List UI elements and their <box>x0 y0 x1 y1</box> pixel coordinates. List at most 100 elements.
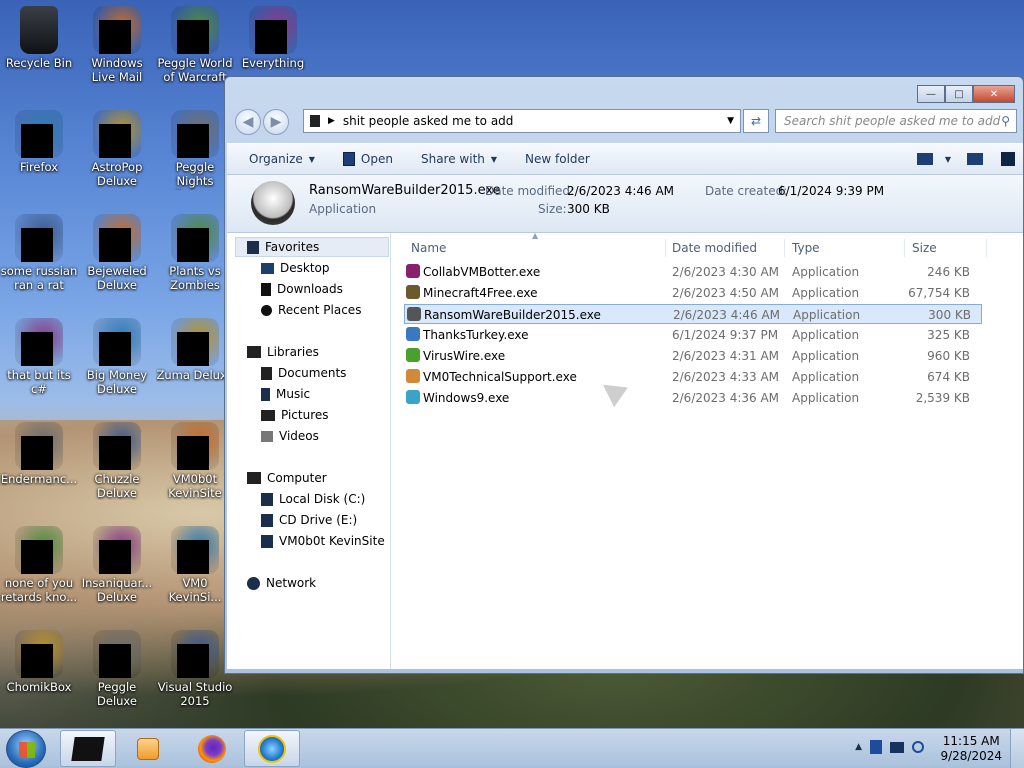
nav-local-disk[interactable]: Local Disk (C:) <box>261 492 365 506</box>
action-center-icon[interactable] <box>870 740 882 754</box>
desktop-icon-vm0-kevinsi[interactable]: VM0 KevinSi... <box>156 520 234 604</box>
desktop-icon-some-russian-ran-a-rat[interactable]: some russian ran a rat <box>0 208 78 292</box>
redaction-box <box>21 436 53 470</box>
details-size-label: Size: <box>538 202 567 216</box>
preview-pane-icon <box>967 153 983 165</box>
refresh-button[interactable]: ⇄ <box>743 109 769 133</box>
desktop-icon-peggle-world-of-warcraft[interactable]: Peggle World of Warcraft <box>156 0 234 84</box>
file-row[interactable]: RansomWareBuilder2015.exe 2/6/2023 4:46 A… <box>404 304 982 324</box>
column-divider[interactable] <box>784 239 785 257</box>
desktop-icon-firefox[interactable]: Firefox <box>0 104 78 174</box>
desktop-icon-plants-vs-zombies[interactable]: Plants vs Zombies <box>156 208 234 292</box>
column-name[interactable]: Name <box>411 241 446 255</box>
desktop-icon-big-money-deluxe[interactable]: Big Money Deluxe <box>78 312 156 396</box>
nav-downloads[interactable]: Downloads <box>261 282 343 296</box>
chevron-down-icon: ▼ <box>308 154 315 164</box>
change-view-button[interactable]: ▼ <box>911 153 957 165</box>
taskbar-media-player-button[interactable] <box>120 730 176 767</box>
desktop-icon-visual-studio-2015[interactable]: Visual Studio 2015 <box>156 624 234 708</box>
nav-videos[interactable]: Videos <box>261 429 319 443</box>
help-button[interactable] <box>993 152 1023 166</box>
redaction-box <box>21 540 53 574</box>
nav-computer[interactable]: Computer <box>247 471 327 485</box>
nav-videos-label: Videos <box>279 429 319 443</box>
clock[interactable]: 11:15 AM 9/28/2024 <box>940 734 1002 764</box>
libraries-icon <box>247 346 261 358</box>
file-type: Application <box>792 391 860 405</box>
nav-desktop[interactable]: Desktop <box>261 261 330 275</box>
column-divider[interactable] <box>904 239 905 257</box>
column-headers: Name ▲ Date modified Type Size <box>392 231 1023 261</box>
column-divider[interactable] <box>986 239 987 257</box>
file-row[interactable]: ThanksTurkey.exe 6/1/2024 9:37 PM Applicat… <box>404 325 982 345</box>
desktop-icon-peggle-deluxe[interactable]: Peggle Deluxe <box>78 624 156 708</box>
redaction-box <box>177 124 209 158</box>
file-row[interactable]: VM0TechnicalSupport.exe 2/6/2023 4:33 AM A… <box>404 367 982 387</box>
taskbar-ie-button[interactable] <box>244 730 300 767</box>
desktop-icon-endermanc[interactable]: Endermanc... <box>0 416 78 486</box>
desktop-icon-bejeweled-deluxe[interactable]: Bejeweled Deluxe <box>78 208 156 292</box>
minimize-button[interactable]: — <box>917 85 945 103</box>
desktop-icon-zuma-deluxe[interactable]: Zuma Deluxe <box>156 312 234 382</box>
nav-favorites[interactable]: Favorites <box>247 240 319 254</box>
start-button[interactable] <box>6 730 46 768</box>
desktop-icon-peggle-nights-deluxe[interactable]: Peggle Nights Deluxe <box>156 104 234 190</box>
column-type[interactable]: Type <box>792 241 820 255</box>
window-controls: — □ ✕ <box>917 85 1015 103</box>
desktop-icon-label: Chuzzle Deluxe <box>94 472 140 500</box>
desktop-icon-insaniquar-deluxe[interactable]: Insaniquar... Deluxe <box>78 520 156 604</box>
address-bar[interactable]: ▶ shit people asked me to add ▼ <box>303 109 741 133</box>
back-button[interactable]: ◀ <box>235 109 261 135</box>
explorer-window: — □ ✕ ◀ ▶ ▶ shit people asked me to add … <box>224 76 1024 674</box>
desktop-icon-chuzzle-deluxe[interactable]: Chuzzle Deluxe <box>78 416 156 500</box>
show-hidden-icons-icon[interactable]: ▲ <box>855 742 862 752</box>
taskbar-firefox-button[interactable] <box>184 730 240 767</box>
nav-documents[interactable]: Documents <box>261 366 346 380</box>
nav-libraries[interactable]: Libraries <box>247 345 319 359</box>
nav-libraries-label: Libraries <box>267 345 319 359</box>
column-size[interactable]: Size <box>912 241 937 255</box>
show-desktop-button[interactable] <box>1010 729 1024 768</box>
volume-icon[interactable] <box>912 741 924 753</box>
file-date-modified: 2/6/2023 4:30 AM <box>672 265 780 279</box>
nav-network[interactable]: Network <box>247 576 316 590</box>
desktop-icon-label: Windows Live Mail <box>91 56 143 84</box>
firefox-icon <box>198 734 226 763</box>
details-date-modified: 2/6/2023 4:46 AM <box>567 184 675 198</box>
network-tray-icon[interactable] <box>890 741 904 753</box>
close-button[interactable]: ✕ <box>973 85 1015 103</box>
open-label: Open <box>360 152 393 166</box>
taskbar-explorer-button[interactable] <box>60 730 116 767</box>
column-date-modified[interactable]: Date modified <box>672 241 757 255</box>
desktop-icon-everything[interactable]: Everything <box>234 0 312 70</box>
file-row[interactable]: CollabVMBotter.exe 2/6/2023 4:30 AM Applic… <box>404 262 982 282</box>
game-icon <box>171 318 219 366</box>
nav-pictures[interactable]: Pictures <box>261 408 329 422</box>
share-with-button[interactable]: Share with ▼ <box>407 152 511 166</box>
desktop-icon-astropop-deluxe[interactable]: AstroPop Deluxe <box>78 104 156 188</box>
open-button[interactable]: Open <box>329 152 407 166</box>
organize-button[interactable]: Organize ▼ <box>227 152 329 166</box>
nav-music[interactable]: Music <box>261 387 310 401</box>
file-type: Application <box>792 265 860 279</box>
file-row[interactable]: VirusWire.exe 2/6/2023 4:31 AM Application… <box>404 346 982 366</box>
desktop-icon-that-but-its-c[interactable]: that but its c# <box>0 312 78 396</box>
preview-pane-button[interactable] <box>957 153 993 165</box>
desktop-icon-none-of-you-retards-kno[interactable]: none of you retards kno... <box>0 520 78 604</box>
maximize-button[interactable]: □ <box>945 85 973 103</box>
desktop-icon-chomikbox[interactable]: ChomikBox <box>0 624 78 694</box>
new-folder-button[interactable]: New folder <box>511 152 604 166</box>
nav-recent-places[interactable]: Recent Places <box>261 303 361 317</box>
desktop-icon-recycle-bin[interactable]: Recycle Bin <box>0 0 78 70</box>
details-date-created: 6/1/2024 9:39 PM <box>778 184 885 198</box>
file-row[interactable]: Minecraft4Free.exe 2/6/2023 4:50 AM Applic… <box>404 283 982 303</box>
forward-button[interactable]: ▶ <box>263 109 289 135</box>
nav-vm-site[interactable]: VM0b0t KevinSite <box>261 534 385 548</box>
file-row[interactable]: Windows9.exe 2/6/2023 4:36 AM Application 2… <box>404 388 982 408</box>
address-dropdown-icon[interactable]: ▼ <box>727 116 734 126</box>
search-input[interactable]: Search shit people asked me to add ⚲ <box>775 109 1017 133</box>
nav-cd-drive[interactable]: CD Drive (E:) <box>261 513 357 527</box>
desktop-icon-windows-live-mail[interactable]: Windows Live Mail <box>78 0 156 84</box>
column-divider[interactable] <box>665 239 666 257</box>
desktop-icon-vm0b0t-kevinsite[interactable]: VM0b0t KevinSite <box>156 416 234 500</box>
